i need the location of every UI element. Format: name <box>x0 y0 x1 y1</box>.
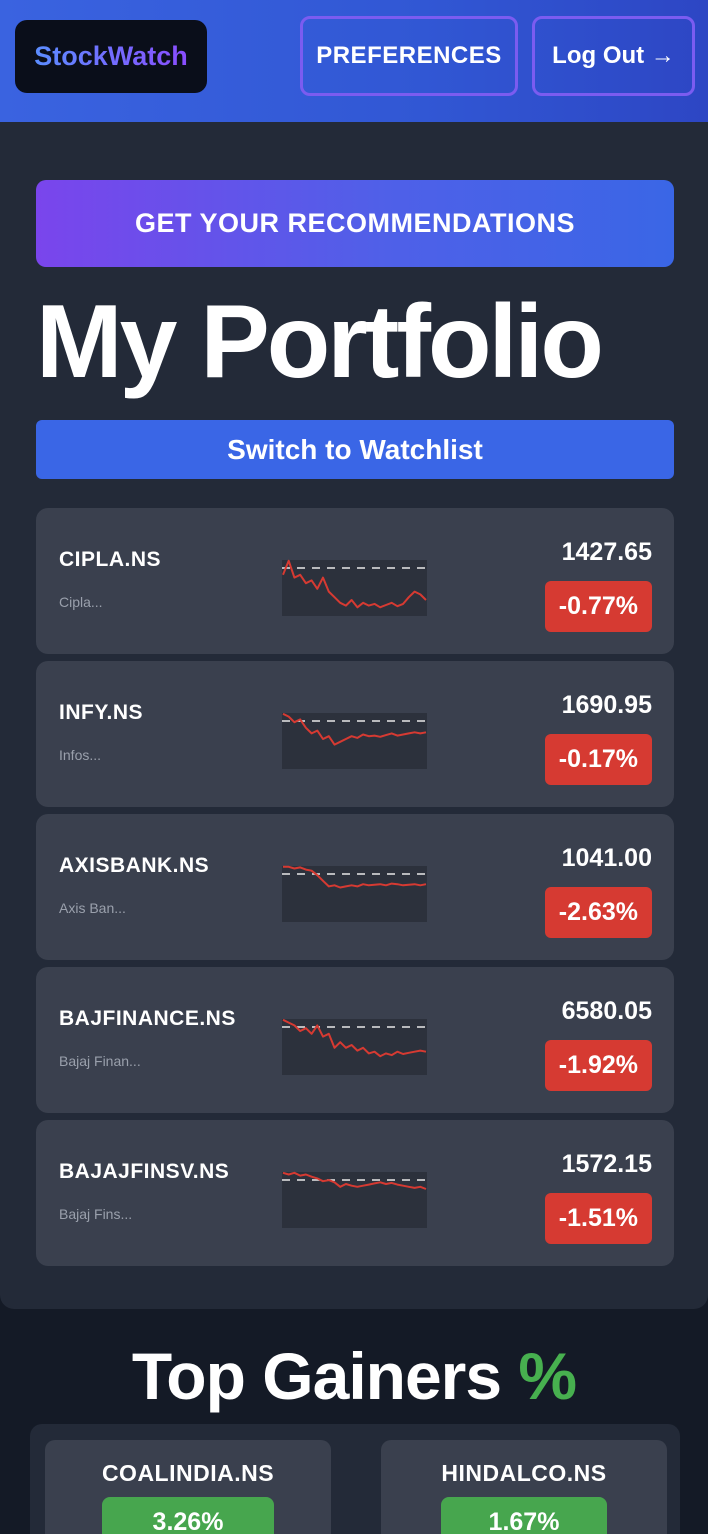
stock-price: 1690.95 <box>561 691 652 719</box>
stock-change-badge: -1.92% <box>544 1040 652 1091</box>
top-navbar: StockWatch PREFERENCES Log Out → <box>0 0 708 122</box>
sparkline-chart <box>282 1018 427 1075</box>
preferences-button[interactable]: PREFERENCES <box>300 16 518 96</box>
gainer-symbol: HINDALCO.NS <box>441 1460 607 1486</box>
stock-price: 1572.15 <box>561 1150 652 1178</box>
sparkline-chart <box>282 1171 427 1228</box>
sparkline-chart <box>282 559 427 616</box>
top-gainers-title: Top Gainers % <box>0 1338 708 1414</box>
stock-symbol: CIPLA.NS <box>59 548 162 571</box>
brand-logo[interactable]: StockWatch <box>15 20 207 93</box>
stock-change-badge: -0.17% <box>544 734 652 785</box>
stock-change-badge: -0.77% <box>544 581 652 632</box>
gainer-card[interactable]: HINDALCO.NS 1.67% <box>381 1440 667 1534</box>
gainer-change-badge: 1.67% <box>441 1497 607 1534</box>
stock-price: 1427.65 <box>561 538 652 566</box>
stock-card[interactable]: AXISBANK.NS Axis Ban... 1041.00 -2.63% <box>36 814 674 960</box>
stock-card[interactable]: INFY.NS Infos... 1690.95 -0.17% <box>36 661 674 807</box>
sparkline-chart <box>282 865 427 922</box>
stock-symbol: BAJFINANCE.NS <box>59 1007 236 1030</box>
stock-name: Bajaj Finan... <box>59 1053 141 1069</box>
stock-name: Axis Ban... <box>59 900 126 916</box>
stock-change-badge: -2.63% <box>544 887 652 938</box>
stock-card[interactable]: BAJAJFINSV.NS Bajaj Fins... 1572.15 -1.51% <box>36 1120 674 1266</box>
stock-name: Bajaj Fins... <box>59 1206 133 1222</box>
gainer-card[interactable]: COALINDIA.NS 3.26% <box>45 1440 331 1534</box>
stock-symbol: AXISBANK.NS <box>59 854 210 877</box>
brand-name: StockWatch <box>34 41 188 71</box>
gainer-symbol: COALINDIA.NS <box>101 1460 275 1486</box>
stock-card[interactable]: BAJFINANCE.NS Bajaj Finan... 6580.05 -1.92% <box>36 967 674 1113</box>
stock-price: 6580.05 <box>561 997 652 1025</box>
logout-button[interactable]: Log Out → <box>532 16 695 96</box>
stock-change-badge: -1.51% <box>544 1193 652 1244</box>
get-recommendations-button[interactable]: GET YOUR RECOMMENDATIONS <box>36 180 674 267</box>
stock-symbol: BAJAJFINSV.NS <box>59 1160 230 1183</box>
percent-icon: % <box>518 1339 577 1413</box>
sparkline-chart <box>282 712 427 769</box>
top-gainers-title-text: Top Gainers <box>131 1339 502 1413</box>
stock-price: 1041.00 <box>561 844 652 872</box>
stock-symbol: INFY.NS <box>59 701 144 724</box>
stock-card[interactable]: CIPLA.NS Cipla... 1427.65 -0.77% <box>36 508 674 654</box>
page-title: My Portfolio <box>36 284 604 400</box>
stock-name: Infos... <box>59 747 102 763</box>
stock-name: Cipla... <box>59 594 103 610</box>
gainer-change-badge: 3.26% <box>102 1497 274 1534</box>
switch-to-watchlist-button[interactable]: Switch to Watchlist <box>36 420 674 479</box>
